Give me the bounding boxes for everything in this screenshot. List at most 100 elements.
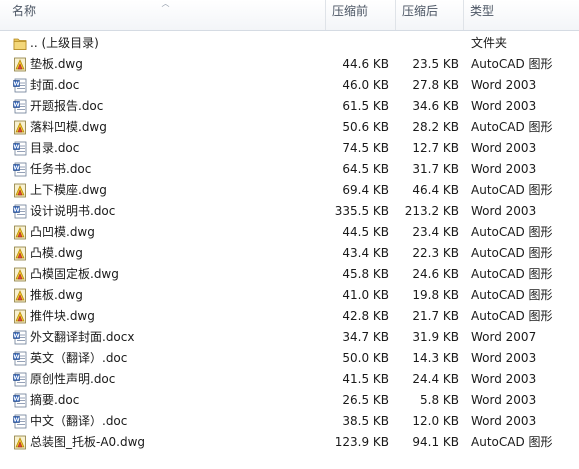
word-icon: W: [13, 141, 27, 156]
file-name: 上下模座.dwg: [30, 183, 107, 197]
file-row[interactable]: 推件块.dwg 42.8 KB 21.7 KB AutoCAD 图形: [0, 306, 579, 327]
size-before: 43.4 KB: [342, 246, 389, 260]
size-before: 50.0 KB: [342, 351, 389, 365]
file-type: Word 2003: [471, 141, 537, 155]
size-after: 213.2 KB: [404, 204, 459, 218]
file-type: AutoCAD 图形: [471, 246, 553, 260]
svg-text:W: W: [13, 333, 19, 339]
file-row[interactable]: W 封面.doc 46.0 KB 27.8 KB Word 2003: [0, 75, 579, 96]
size-after: 5.8 KB: [420, 393, 459, 407]
size-before: 41.0 KB: [342, 288, 389, 302]
file-row[interactable]: W 摘要.doc 26.5 KB 5.8 KB Word 2003: [0, 390, 579, 411]
size-before: 64.5 KB: [342, 162, 389, 176]
autocad-icon: [13, 120, 27, 135]
file-type: Word 2003: [471, 99, 537, 113]
svg-text:W: W: [13, 375, 19, 381]
file-row[interactable]: W 原创性声明.doc 41.5 KB 24.4 KB Word 2003: [0, 369, 579, 390]
file-type: AutoCAD 图形: [471, 435, 553, 449]
file-type: AutoCAD 图形: [471, 183, 553, 197]
file-name: 凸模.dwg: [30, 246, 83, 260]
svg-text:W: W: [13, 396, 19, 402]
autocad-icon: [13, 267, 27, 282]
file-name: 原创性声明.doc: [30, 372, 116, 386]
file-row[interactable]: 总装图_托板-A0.dwg 123.9 KB 94.1 KB AutoCAD 图形: [0, 432, 579, 453]
svg-text:W: W: [13, 207, 19, 213]
size-before: 45.8 KB: [342, 267, 389, 281]
size-after: 31.9 KB: [412, 330, 459, 344]
file-type: AutoCAD 图形: [471, 267, 553, 281]
size-after: 19.8 KB: [412, 288, 459, 302]
file-type: AutoCAD 图形: [471, 309, 553, 323]
size-before: 41.5 KB: [342, 372, 389, 386]
svg-text:W: W: [13, 354, 19, 360]
size-before: 61.5 KB: [342, 99, 389, 113]
file-name: 设计说明书.doc: [30, 204, 116, 218]
file-row[interactable]: 上下模座.dwg 69.4 KB 46.4 KB AutoCAD 图形: [0, 180, 579, 201]
file-row[interactable]: 凸模.dwg 43.4 KB 22.3 KB AutoCAD 图形: [0, 243, 579, 264]
size-before: 42.8 KB: [342, 309, 389, 323]
file-type: Word 2003: [471, 414, 537, 428]
word-icon: W: [13, 414, 27, 429]
size-after: 24.6 KB: [412, 267, 459, 281]
file-row[interactable]: W 目录.doc 74.5 KB 12.7 KB Word 2003: [0, 138, 579, 159]
file-row[interactable]: 垫板.dwg 44.6 KB 23.5 KB AutoCAD 图形: [0, 54, 579, 75]
file-name: 摘要.doc: [30, 393, 80, 407]
file-row[interactable]: W 设计说明书.doc 335.5 KB 213.2 KB Word 2003: [0, 201, 579, 222]
word-icon: W: [13, 351, 27, 366]
word-icon: W: [13, 393, 27, 408]
file-name: 推板.dwg: [30, 288, 83, 302]
file-row[interactable]: W 英文（翻译）.doc 50.0 KB 14.3 KB Word 2003: [0, 348, 579, 369]
svg-text:W: W: [13, 165, 19, 171]
svg-text:W: W: [13, 144, 19, 150]
file-type: AutoCAD 图形: [471, 225, 553, 239]
file-type: AutoCAD 图形: [471, 288, 553, 302]
size-before: 26.5 KB: [342, 393, 389, 407]
size-after: 94.1 KB: [412, 435, 459, 449]
svg-text:W: W: [13, 102, 19, 108]
size-before: 44.6 KB: [342, 57, 389, 71]
file-type: Word 2003: [471, 78, 537, 92]
file-row[interactable]: 凸凹模.dwg 44.5 KB 23.4 KB AutoCAD 图形: [0, 222, 579, 243]
file-type: Word 2007: [471, 330, 537, 344]
autocad-icon: [13, 309, 27, 324]
column-size-before[interactable]: 压缩前: [326, 0, 396, 30]
file-name: 推件块.dwg: [30, 309, 95, 323]
size-after: 34.6 KB: [412, 99, 459, 113]
size-after: 24.4 KB: [412, 372, 459, 386]
file-name: .. (上级目录): [30, 36, 99, 50]
file-row[interactable]: W 开题报告.doc 61.5 KB 34.6 KB Word 2003: [0, 96, 579, 117]
file-row[interactable]: 落料凹模.dwg 50.6 KB 28.2 KB AutoCAD 图形: [0, 117, 579, 138]
folder-icon: [13, 36, 27, 51]
file-list[interactable]: ︿ 名称 压缩前 压缩后 类型 .. (上级目录) 文件夹 垫板.dwg 44.6 K…: [0, 0, 579, 469]
column-size-after[interactable]: 压缩后: [396, 0, 464, 30]
file-type: AutoCAD 图形: [471, 57, 553, 71]
size-after: 14.3 KB: [412, 351, 459, 365]
autocad-icon: [13, 57, 27, 72]
file-name: 落料凹模.dwg: [30, 120, 107, 134]
size-after: 23.4 KB: [412, 225, 459, 239]
column-type-label: 类型: [470, 4, 495, 18]
file-name: 凸模固定板.dwg: [30, 267, 119, 281]
column-type[interactable]: 类型: [464, 0, 579, 30]
size-after: 27.8 KB: [412, 78, 459, 92]
file-row[interactable]: 凸模固定板.dwg 45.8 KB 24.6 KB AutoCAD 图形: [0, 264, 579, 285]
autocad-icon: [13, 288, 27, 303]
file-row[interactable]: W 外文翻译封面.docx 34.7 KB 31.9 KB Word 2007: [0, 327, 579, 348]
file-name: 目录.doc: [30, 141, 80, 155]
size-after: 28.2 KB: [412, 120, 459, 134]
word-icon: W: [13, 162, 27, 177]
size-after: 23.5 KB: [412, 57, 459, 71]
file-row[interactable]: W 中文（翻译）.doc 38.5 KB 12.0 KB Word 2003: [0, 411, 579, 432]
size-before: 46.0 KB: [342, 78, 389, 92]
column-size-before-label: 压缩前: [332, 4, 369, 18]
file-name: 凸凹模.dwg: [30, 225, 95, 239]
word-icon: W: [13, 204, 27, 219]
file-type: Word 2003: [471, 204, 537, 218]
column-name[interactable]: ︿ 名称: [6, 0, 326, 30]
size-after: 31.7 KB: [412, 162, 459, 176]
file-row[interactable]: .. (上级目录) 文件夹: [0, 33, 579, 54]
size-before: 34.7 KB: [342, 330, 389, 344]
file-row[interactable]: 推板.dwg 41.0 KB 19.8 KB AutoCAD 图形: [0, 285, 579, 306]
file-row[interactable]: W 任务书.doc 64.5 KB 31.7 KB Word 2003: [0, 159, 579, 180]
file-name: 开题报告.doc: [30, 99, 104, 113]
